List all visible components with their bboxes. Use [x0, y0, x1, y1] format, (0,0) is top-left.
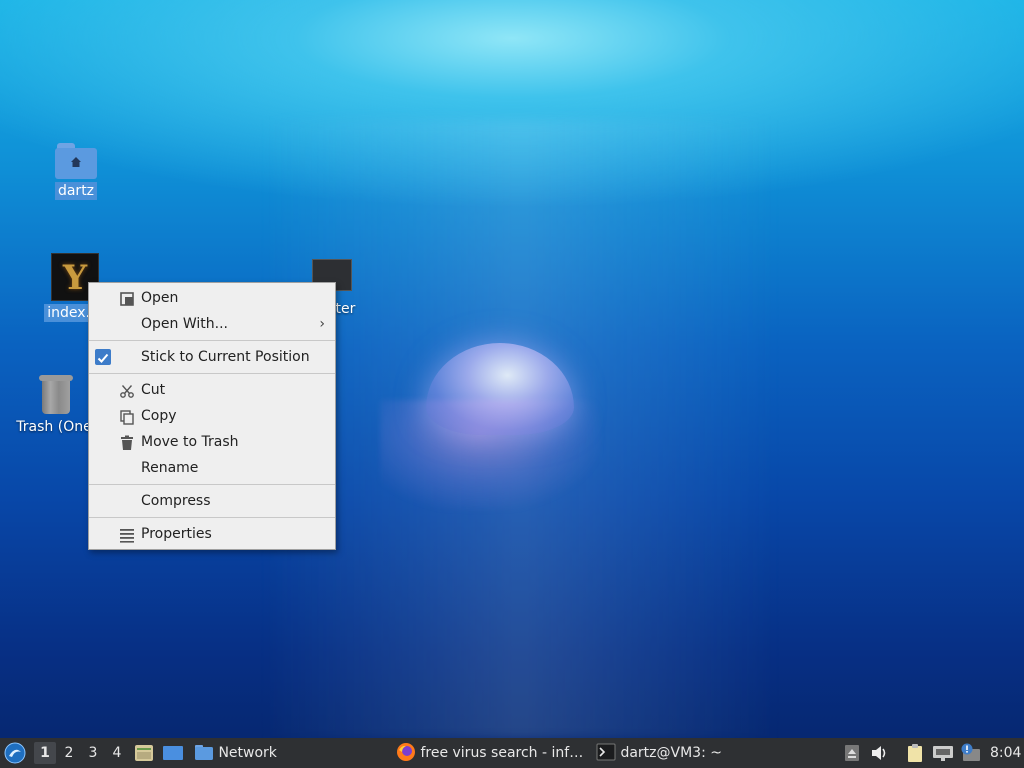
notification-info-icon — [961, 743, 980, 761]
menu-item-rename[interactable]: Rename — [89, 455, 335, 481]
menu-item-open-with[interactable]: Open With... › — [89, 311, 335, 337]
volume-icon — [872, 746, 886, 760]
menu-item-label: Rename — [141, 460, 199, 476]
menu-item-label: Move to Trash — [141, 434, 239, 450]
firefox-icon — [397, 742, 415, 761]
task-label: Network — [218, 745, 277, 761]
context-menu: Open Open With... › Stick to Current Pos… — [88, 282, 336, 550]
file-manager-launcher[interactable] — [134, 738, 154, 768]
tray-updates[interactable] — [844, 738, 860, 768]
open-icon — [120, 292, 134, 306]
menu-item-cut[interactable]: Cut — [89, 377, 335, 403]
taskbar: 1 2 3 4 Network free virus search - inf… — [0, 738, 1024, 768]
tray-notification[interactable] — [960, 738, 982, 768]
menu-item-properties[interactable]: Properties — [89, 521, 335, 547]
workspace-3[interactable]: 3 — [82, 742, 104, 764]
task-network[interactable]: Network — [194, 738, 384, 768]
task-label: free virus search - inf… — [420, 745, 584, 761]
menu-separator — [89, 517, 335, 518]
trash-icon — [121, 435, 133, 450]
terminal-icon — [596, 743, 616, 760]
menu-separator — [89, 373, 335, 374]
clock[interactable]: 8:04 — [990, 738, 1022, 768]
task-label: dartz@VM3: ~ — [620, 745, 722, 761]
scissors-icon — [120, 385, 134, 398]
desktop-icon-trash[interactable]: Trash (One — [16, 373, 96, 436]
menu-separator — [89, 340, 335, 341]
lubuntu-logo-icon — [4, 742, 26, 764]
chevron-right-icon: › — [319, 316, 325, 332]
menu-item-label: Copy — [141, 408, 177, 424]
desktop-icon-home[interactable]: dartz — [50, 143, 102, 200]
network-wired-icon — [933, 746, 953, 761]
workspace-2[interactable]: 2 — [58, 742, 80, 764]
menu-item-label: Open — [141, 290, 179, 306]
tray-clipboard[interactable] — [906, 738, 926, 768]
workspace-4[interactable]: 4 — [106, 742, 128, 764]
menu-item-move-to-trash[interactable]: Move to Trash — [89, 429, 335, 455]
menu-separator — [89, 484, 335, 485]
desktop-icon — [163, 746, 183, 760]
menu-item-open[interactable]: Open — [89, 285, 335, 311]
menu-item-compress[interactable]: Compress — [89, 488, 335, 514]
task-firefox[interactable]: free virus search - inf… — [396, 738, 590, 768]
tray-volume[interactable] — [870, 738, 890, 768]
clipboard-icon — [908, 744, 922, 762]
menu-item-label: Stick to Current Position — [141, 349, 310, 365]
workspace-1[interactable]: 1 — [34, 742, 56, 764]
folder-icon — [195, 744, 213, 760]
jellyfish — [426, 343, 574, 435]
menu-item-copy[interactable]: Copy — [89, 403, 335, 429]
desktop-icon-label: dartz — [54, 182, 98, 200]
menu-item-label: Properties — [141, 526, 212, 542]
show-desktop-button[interactable] — [162, 738, 184, 768]
desktop-icon-label: Trash (One — [16, 419, 92, 435]
menu-item-label: Open With... — [141, 316, 228, 332]
task-terminal[interactable]: dartz@VM3: ~ — [596, 738, 790, 768]
menu-item-stick-position[interactable]: Stick to Current Position — [89, 344, 335, 370]
trash-can-icon — [39, 373, 73, 415]
menu-item-label: Cut — [141, 382, 166, 398]
file-manager-icon — [135, 745, 153, 761]
start-menu-button[interactable] — [4, 738, 30, 768]
menu-item-label: Compress — [141, 493, 211, 509]
checkbox-checked-icon — [95, 349, 111, 365]
tray-network[interactable] — [932, 738, 954, 768]
home-folder-icon — [55, 143, 97, 179]
eject-icon — [845, 745, 859, 761]
copy-icon — [120, 410, 134, 425]
properties-icon — [120, 529, 134, 543]
